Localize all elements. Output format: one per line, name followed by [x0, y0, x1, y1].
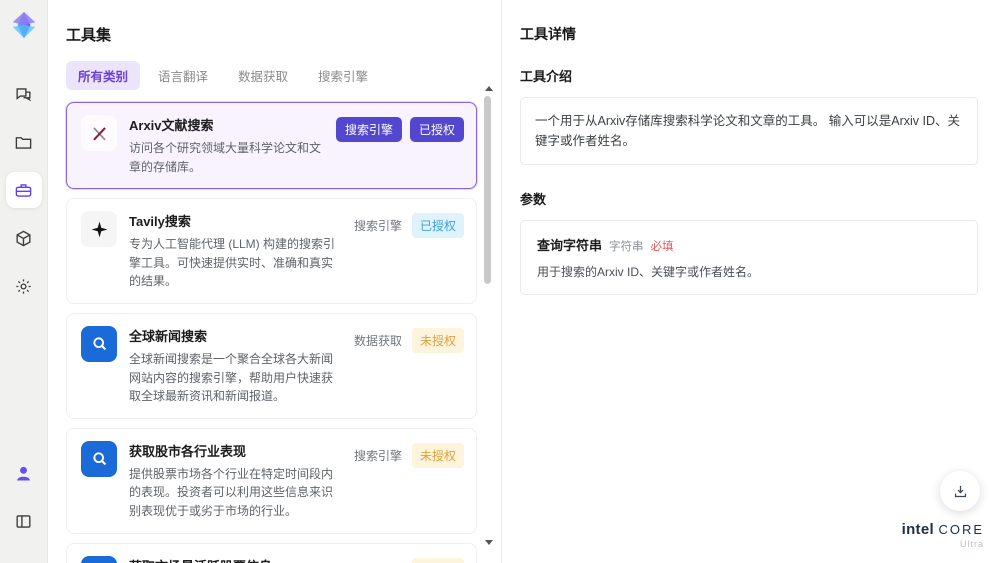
- tool-badges: 搜索引擎 已授权: [352, 211, 464, 291]
- tool-auth-badge: 已授权: [409, 117, 464, 142]
- tool-icon: [81, 211, 117, 248]
- sidebar-item-files[interactable]: [6, 124, 42, 160]
- tool-card[interactable]: 全球新闻搜索 全球新闻搜索是一个聚合全球各大新闻网站内容的搜索引擎，帮助用户快速…: [66, 312, 477, 419]
- arxiv-logo-icon: [92, 126, 106, 141]
- list-scrollbar[interactable]: [483, 86, 493, 545]
- tool-category-badge: 搜索引擎: [335, 117, 402, 142]
- tool-badges: 搜索引擎 未授权: [352, 441, 464, 521]
- sidebar-item-settings[interactable]: [6, 268, 42, 304]
- left-sidebar: [0, 0, 48, 563]
- tool-detail-panel: 工具详情 工具介绍 一个用于从Arxiv存储库搜索科学论文和文章的工具。 输入可…: [502, 0, 1000, 563]
- tool-card[interactable]: Arxiv文献搜索 访问各个研究领域大量科学论文和文章的存储库。 搜索引擎 已授…: [66, 102, 477, 190]
- chat-icon: [16, 87, 32, 101]
- search-app-icon: [92, 452, 106, 466]
- intro-text: 一个用于从Arxiv存储库搜索科学论文和文章的工具。 输入可以是Arxiv ID…: [520, 97, 978, 165]
- app-logo-icon: [12, 11, 35, 39]
- tab-2[interactable]: 数据获取: [226, 61, 300, 90]
- download-icon: [954, 485, 966, 497]
- cube-icon: [16, 230, 31, 246]
- tool-description: 全球新闻搜索是一个聚合全球各大新闻网站内容的搜索引擎，帮助用户快速获取全球最新资…: [129, 351, 334, 404]
- tool-category-badge: 搜索引擎: [353, 448, 402, 463]
- scroll-up-arrow[interactable]: [485, 86, 493, 91]
- intel-core-logo: intel CORE Ultra: [902, 522, 984, 549]
- toolset-title: 工具集: [66, 27, 112, 44]
- tool-card-body: 获取市场最活跃股票信息 提供当天交易量最高的股票列表。投资者可以利用这些信息来识…: [129, 556, 340, 563]
- tool-name: 获取市场最活跃股票信息: [129, 556, 340, 563]
- sidebar-item-chat[interactable]: [6, 76, 42, 112]
- tool-auth-badge: 未授权: [411, 327, 464, 353]
- tool-name: Tavily搜索: [129, 214, 191, 230]
- tool-list: Arxiv文献搜索 访问各个研究领域大量科学论文和文章的存储库。 搜索引擎 已授…: [66, 102, 477, 563]
- tool-name: 全球新闻搜索: [129, 328, 208, 344]
- brand-core-text: CORE: [938, 522, 984, 537]
- tool-category-badge: 搜索引擎: [353, 219, 402, 234]
- tool-auth-badge: 未授权: [411, 442, 464, 468]
- tool-description: 提供股票市场各个行业在特定时间段内的表现。投资者可以利用这些信息来识别表现优于或…: [129, 466, 334, 518]
- tool-auth-badge: 未授权: [411, 557, 464, 563]
- tool-card[interactable]: 获取市场最活跃股票信息 提供当天交易量最高的股票列表。投资者可以利用这些信息来识…: [66, 542, 477, 563]
- category-tabs: 所有类别 语言翻译 数据获取 搜索引擎: [66, 61, 477, 90]
- tool-icon: [81, 115, 117, 151]
- app-window: 工具集 所有类别 语言翻译 数据获取 搜索引擎 Arxiv文献搜索 访问各个研究领域大…: [0, 0, 1000, 563]
- param-required-badge: 必填: [650, 241, 674, 253]
- tool-icon: [81, 440, 117, 477]
- detail-title: 工具详情: [520, 26, 576, 42]
- sidebar-item-models[interactable]: [6, 220, 42, 256]
- download-button[interactable]: [940, 471, 980, 511]
- tool-card-body: 全球新闻搜索 全球新闻搜索是一个聚合全球各大新闻网站内容的搜索引擎，帮助用户快速…: [129, 326, 340, 406]
- brand-sub-text: Ultra: [959, 539, 984, 549]
- tool-card[interactable]: Tavily搜索 专为人工智能代理 (LLM) 构建的搜索引擎工具。可快速提供实…: [66, 198, 477, 304]
- tab-1[interactable]: 语言翻译: [146, 61, 220, 90]
- folder-icon: [15, 136, 32, 149]
- params-heading: 参数: [520, 192, 547, 207]
- tab-0[interactable]: 所有类别: [66, 61, 141, 90]
- tool-icon: [81, 555, 117, 563]
- param-header: 查询字符串 字符串 必填: [537, 235, 961, 254]
- briefcase-icon: [15, 183, 32, 197]
- tool-card-body: 获取股市各行业表现 提供股票市场各个行业在特定时间段内的表现。投资者可以利用这些…: [129, 441, 340, 521]
- tavily-star-icon: [91, 221, 107, 238]
- tool-card-body: Tavily搜索 专为人工智能代理 (LLM) 构建的搜索引擎工具。可快速提供实…: [129, 211, 340, 291]
- sidebar-item-user[interactable]: [6, 455, 42, 491]
- sidebar-item-collapse[interactable]: [6, 503, 42, 539]
- gear-icon: [16, 278, 31, 294]
- tool-badges: 搜索引擎 未授权: [352, 556, 464, 563]
- user-icon: [16, 466, 31, 481]
- tool-category-badge: 数据获取: [353, 333, 402, 348]
- tool-auth-badge: 已授权: [411, 213, 464, 239]
- param-name: 查询字符串: [537, 238, 603, 253]
- tool-description: 访问各个研究领域大量科学论文和文章的存储库。: [129, 141, 322, 174]
- tool-name: 获取股市各行业表现: [129, 443, 247, 459]
- layout-panel-icon: [16, 514, 31, 528]
- scrollbar-thumb[interactable]: [484, 96, 491, 284]
- scroll-down-arrow[interactable]: [485, 540, 493, 545]
- tab-3[interactable]: 搜索引擎: [306, 61, 380, 90]
- toolset-panel: 工具集 所有类别 语言翻译 数据获取 搜索引擎 Arxiv文献搜索 访问各个研究领域大…: [48, 0, 502, 563]
- tool-description: 专为人工智能代理 (LLM) 构建的搜索引擎工具。可快速提供实时、准确和真实的结…: [129, 237, 336, 289]
- sidebar-item-toolbox[interactable]: [5, 172, 42, 208]
- intro-heading: 工具介绍: [520, 69, 573, 84]
- brand-intel-text: intel: [901, 521, 934, 538]
- tool-icon: [81, 325, 117, 362]
- tool-category-badge: 搜索引擎: [352, 558, 404, 563]
- param-description: 用于搜索的Arxiv ID、关键字或作者姓名。: [537, 265, 760, 279]
- tool-card-body: Arxiv文献搜索 访问各个研究领域大量科学论文和文章的存储库。: [129, 115, 324, 176]
- param-type: 字符串: [609, 241, 644, 253]
- param-card: 查询字符串 字符串 必填 用于搜索的Arxiv ID、关键字或作者姓名。: [520, 220, 978, 295]
- tool-badges: 数据获取 未授权: [352, 326, 464, 406]
- tool-name: Arxiv文献搜索: [129, 118, 214, 133]
- search-app-icon: [92, 337, 106, 351]
- tool-card[interactable]: 获取股市各行业表现 提供股票市场各个行业在特定时间段内的表现。投资者可以利用这些…: [66, 427, 477, 534]
- tool-badges: 搜索引擎 已授权: [335, 115, 464, 176]
